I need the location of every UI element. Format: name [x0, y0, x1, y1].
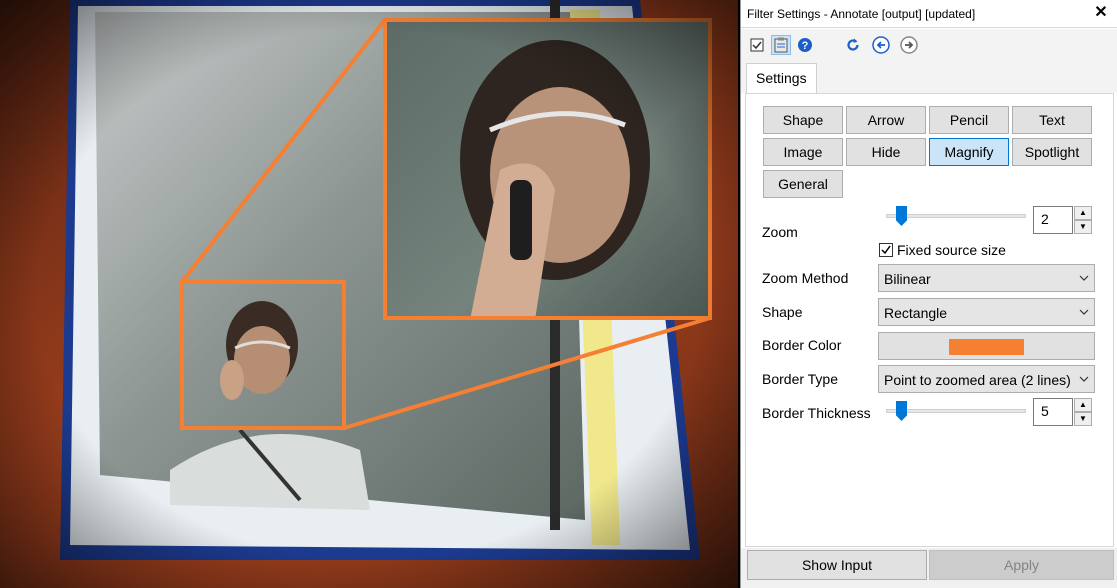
hide-filter-button[interactable]: Hide	[846, 138, 926, 166]
border-thickness-spinner[interactable]: 5 ▲ ▼	[1033, 398, 1093, 426]
close-button[interactable]: ✕	[1092, 4, 1110, 22]
filter-settings-panel: Filter Settings - Annotate [output] [upd…	[740, 0, 1117, 588]
border-thickness-slider-thumb[interactable]	[896, 401, 907, 421]
zoom-method-value: Bilinear	[884, 271, 931, 287]
zoom-value[interactable]: 2	[1033, 206, 1073, 234]
forward-arrow-icon[interactable]	[899, 35, 919, 55]
general-filter-button[interactable]: General	[763, 170, 843, 198]
border-color-swatch	[949, 339, 1024, 355]
window-title: Filter Settings - Annotate [output] [upd…	[747, 7, 976, 21]
help-icon[interactable]: ?	[795, 35, 815, 55]
image-viewer[interactable]	[0, 0, 738, 588]
tab-settings[interactable]: Settings	[746, 63, 817, 94]
checkmark-icon[interactable]	[879, 243, 893, 257]
border-thickness-value[interactable]: 5	[1033, 398, 1073, 426]
spotlight-filter-button[interactable]: Spotlight	[1012, 138, 1092, 166]
pencil-filter-button[interactable]: Pencil	[929, 106, 1009, 134]
toolbar: ?	[741, 29, 1117, 61]
shape-filter-button[interactable]: Shape	[763, 106, 843, 134]
title-bar: Filter Settings - Annotate [output] [upd…	[741, 0, 1117, 28]
zoom-spinner[interactable]: 2 ▲ ▼	[1033, 206, 1093, 234]
fixed-source-size-label: Fixed source size	[897, 242, 1006, 258]
zoom-slider[interactable]	[886, 204, 1026, 228]
border-thickness-label: Border Thickness	[762, 405, 871, 421]
zoom-label: Zoom	[762, 224, 798, 240]
zoom-slider-track	[886, 214, 1026, 218]
zoom-method-select[interactable]: Bilinear	[878, 264, 1095, 292]
zoom-slider-thumb[interactable]	[896, 206, 907, 226]
border-thickness-up-arrow-icon[interactable]: ▲	[1074, 398, 1092, 412]
footer: Show Input Apply	[741, 548, 1117, 588]
image-filter-button[interactable]: Image	[763, 138, 843, 166]
border-color-button[interactable]	[878, 332, 1095, 360]
chevron-down-icon	[1078, 271, 1090, 283]
fixed-source-size-checkbox[interactable]: Fixed source size	[879, 242, 1006, 258]
border-thickness-down-arrow-icon[interactable]: ▼	[1074, 412, 1092, 426]
checkbox-icon[interactable]	[747, 35, 767, 55]
annotated-photo	[0, 0, 738, 588]
magnify-filter-button[interactable]: Magnify	[929, 138, 1009, 166]
border-thickness-slider-track	[886, 409, 1026, 413]
show-input-button[interactable]: Show Input	[747, 550, 927, 580]
border-type-value: Point to zoomed area (2 lines)	[884, 372, 1071, 388]
svg-text:?: ?	[802, 40, 809, 52]
arrow-filter-button[interactable]: Arrow	[846, 106, 926, 134]
zoom-method-label: Zoom Method	[762, 270, 849, 286]
chevron-down-icon	[1078, 305, 1090, 317]
chevron-down-icon	[1078, 372, 1090, 384]
settings-tab-page: Shape Arrow Pencil Text Image Hide Magni…	[745, 93, 1114, 547]
shape-label: Shape	[762, 304, 803, 320]
border-thickness-slider[interactable]	[886, 399, 1026, 423]
refresh-icon[interactable]	[843, 35, 863, 55]
text-filter-button[interactable]: Text	[1012, 106, 1092, 134]
border-color-label: Border Color	[762, 337, 842, 353]
apply-button[interactable]: Apply	[929, 550, 1114, 580]
shape-value: Rectangle	[884, 305, 948, 321]
tab-strip: Settings	[741, 61, 1117, 94]
zoom-up-arrow-icon[interactable]: ▲	[1074, 206, 1092, 220]
zoom-down-arrow-icon[interactable]: ▼	[1074, 220, 1092, 234]
back-arrow-icon[interactable]	[871, 35, 891, 55]
border-type-select[interactable]: Point to zoomed area (2 lines)	[878, 365, 1095, 393]
shape-select[interactable]: Rectangle	[878, 298, 1095, 326]
clipboard-icon[interactable]	[771, 35, 791, 55]
border-type-label: Border Type	[762, 371, 839, 387]
